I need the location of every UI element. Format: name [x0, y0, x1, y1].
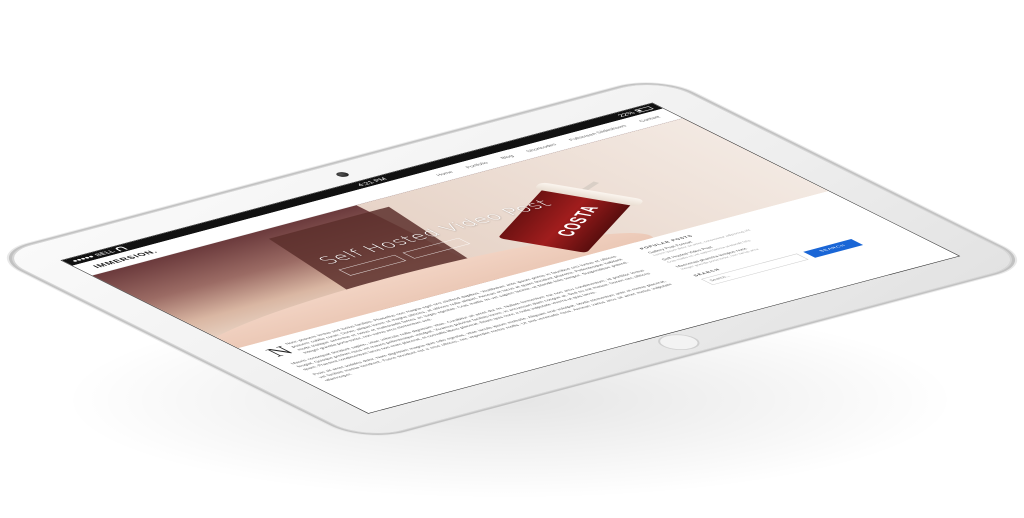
stage: BELL 4:21 PM 22% IMMERSION. Home Portfol…: [0, 0, 1024, 518]
nav-item-home[interactable]: Home: [435, 171, 455, 177]
cup-brand-text: COSTA: [551, 203, 604, 238]
nav-item-blog[interactable]: Blog: [500, 155, 516, 160]
nav-item-portfolio[interactable]: Portfolio: [465, 161, 490, 169]
search-button[interactable]: SEARCH: [803, 239, 864, 258]
front-camera: [333, 171, 352, 178]
nav-item-contact[interactable]: Contact: [638, 116, 662, 123]
nav-item-shortcodes[interactable]: Shortcodes: [525, 143, 558, 153]
